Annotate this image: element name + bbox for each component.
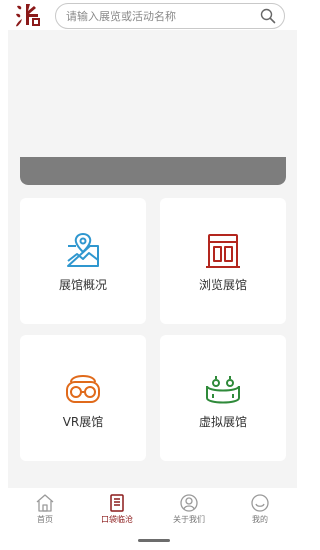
card-hall-overview[interactable]: 展馆概况 <box>20 198 146 324</box>
home-indicator <box>138 539 170 542</box>
search-input[interactable] <box>66 4 251 28</box>
banner-carousel[interactable] <box>20 30 286 185</box>
building-icon <box>203 231 243 271</box>
card-label: 虚拟展馆 <box>198 415 247 429</box>
search-bar <box>55 3 285 29</box>
app-screen: 展馆概况 浏览展馆 <box>0 0 309 550</box>
about-icon <box>179 493 199 513</box>
map-icon <box>63 231 103 271</box>
tab-label: 口袋临沧 <box>101 515 133 524</box>
tab-mine[interactable]: 我的 <box>232 488 288 534</box>
search-icon[interactable] <box>260 8 276 24</box>
tab-pocket-lincang[interactable]: 口袋临沧 <box>89 488 145 534</box>
card-label: 展馆概况 <box>58 278 107 292</box>
banner-caption-bar <box>20 157 286 185</box>
tab-label: 我的 <box>252 515 268 524</box>
bottom-tab-bar: 首页 口袋临沧 关于我们 我的 <box>0 488 309 534</box>
tab-about-us[interactable]: 关于我们 <box>161 488 217 534</box>
tab-home[interactable]: 首页 <box>17 488 73 534</box>
card-label: VR展馆 <box>62 415 104 429</box>
vr-headset-icon <box>63 368 103 408</box>
profile-icon <box>250 493 270 513</box>
main-content: 展馆概况 浏览展馆 VR展馆 虚拟展馆 <box>8 30 297 490</box>
brand-logo[interactable] <box>14 2 44 28</box>
home-icon <box>35 493 55 513</box>
card-browse-hall[interactable]: 浏览展馆 <box>160 198 286 324</box>
header <box>0 0 309 32</box>
card-virtual-hall[interactable]: 虚拟展馆 <box>160 335 286 461</box>
card-vr-hall[interactable]: VR展馆 <box>20 335 146 461</box>
book-icon <box>107 493 127 513</box>
tab-label: 首页 <box>37 515 53 524</box>
tab-label: 关于我们 <box>173 515 205 524</box>
card-label: 浏览展馆 <box>198 278 247 292</box>
virtual-hall-icon <box>203 368 243 408</box>
